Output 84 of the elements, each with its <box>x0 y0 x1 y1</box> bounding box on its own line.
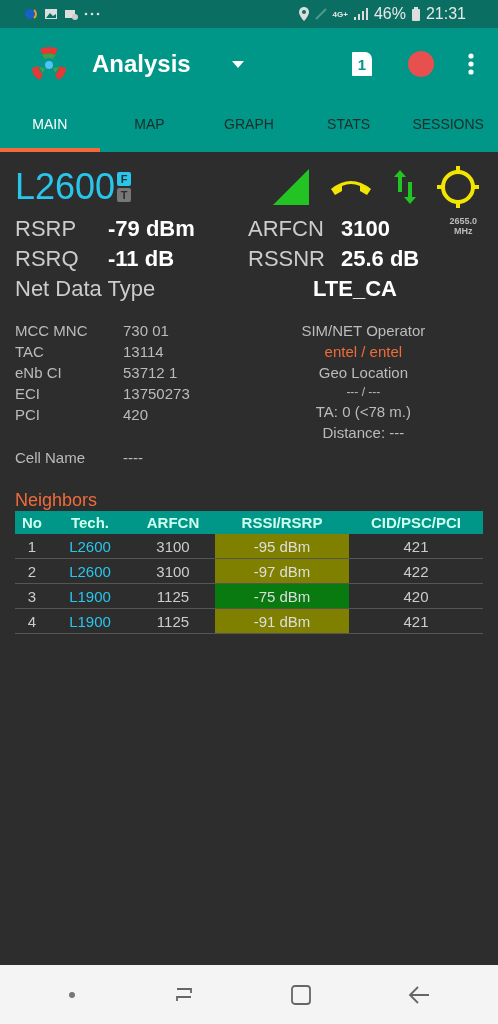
metric-label: RSRP <box>15 216 78 242</box>
signal-cell: -95 dBm <box>215 534 349 558</box>
column-header: No <box>21 514 43 531</box>
image-icon <box>44 7 58 21</box>
info-label: eNb CI <box>15 364 63 381</box>
dot-icon[interactable] <box>68 990 77 999</box>
tab[interactable]: GRAPH <box>199 100 299 152</box>
dropdown-caret-icon[interactable] <box>232 60 244 68</box>
cell-name-value: ---- <box>123 449 144 466</box>
operator-title: SIM/NET Operator <box>301 322 426 339</box>
tab[interactable]: MAP <box>99 100 200 152</box>
technology-label: L2600 <box>15 166 116 208</box>
table-cell-text: L1900 <box>68 586 112 607</box>
metric-value: -79 dBm <box>108 216 196 242</box>
info-value: 730 01 <box>123 322 170 339</box>
info-value: 420 <box>123 406 150 423</box>
tab[interactable]: SESSIONS <box>398 100 498 152</box>
data-transfer-icon <box>393 170 417 204</box>
metric-label: RSRQ <box>15 246 80 272</box>
info-value: 53712 1 <box>123 364 179 381</box>
table-cell-text: 1125 <box>155 586 191 607</box>
more-menu-icon[interactable] <box>468 53 474 75</box>
metric-label: RSSNR <box>248 246 326 272</box>
signal-icon <box>353 8 368 20</box>
geo-location-title: Geo Location <box>318 364 408 381</box>
battery-icon <box>411 7 420 21</box>
table-cell-text: 4 <box>26 611 38 632</box>
info-value: 13114 <box>123 343 165 360</box>
back-icon[interactable] <box>407 985 430 1004</box>
table-cell-text: 1125 <box>155 611 191 632</box>
geo-location-value: --- / --- <box>346 385 381 399</box>
cell-name-label: Cell Name <box>15 449 87 466</box>
location-icon <box>298 7 309 21</box>
table-cell-text: L1900 <box>68 611 112 632</box>
table-cell-text: 422 <box>402 561 430 582</box>
info-label: ECI <box>15 385 41 402</box>
signal-cell: -75 dBm <box>215 584 349 608</box>
clock: 21:31 <box>425 5 466 23</box>
browser-icon <box>24 7 38 21</box>
info-value: 13750273 <box>123 385 190 402</box>
table-cell-text: 3100 <box>155 536 191 557</box>
more-dots-icon <box>84 12 100 16</box>
metric-value: -11 dB <box>108 246 176 272</box>
crosshair-icon <box>437 166 479 208</box>
signal-strength-icon <box>273 169 309 205</box>
home-icon[interactable] <box>291 984 312 1005</box>
table-cell-text: L2600 <box>68 536 112 557</box>
info-label: TAC <box>15 343 45 360</box>
table-cell-text: 1 <box>26 536 38 557</box>
column-header: ARFCN <box>145 514 201 531</box>
tab[interactable]: MAIN <box>0 100 100 152</box>
frequency-value: 2655.0 <box>449 216 477 226</box>
neighbors-title: Neighbors <box>15 490 99 511</box>
distance: Distance: --- <box>322 424 405 441</box>
network-type: 4G+ <box>332 9 348 19</box>
metric-value: 25.6 dB <box>341 246 420 272</box>
signal-cell: -97 dBm <box>215 559 349 583</box>
pen-icon <box>314 8 327 20</box>
table-cell-text: 2 <box>26 561 38 582</box>
info-label: MCC MNC <box>15 322 89 339</box>
tab[interactable]: STATS <box>298 100 399 152</box>
timing-advance: TA: 0 (<78 m.) <box>315 403 411 420</box>
signal-cell: -91 dBm <box>215 609 349 633</box>
table-cell-text: 3100 <box>155 561 191 582</box>
frequency-unit: MHz <box>454 226 473 236</box>
operator-name: entel / entel <box>324 343 403 360</box>
table-cell-text: 421 <box>402 536 430 557</box>
net-data-type-value: LTE_CA <box>313 276 397 302</box>
column-header: Tech. <box>69 514 111 531</box>
sim-card-button[interactable]: 1 <box>352 52 372 76</box>
column-header: CID/PSC/PCI <box>370 514 462 531</box>
screen-title: Analysis <box>92 50 192 78</box>
net-data-type-label: Net Data Type <box>15 276 157 302</box>
band-badge: T <box>117 188 132 202</box>
band-badge: F <box>117 172 132 186</box>
column-header: RSSI/RSRP <box>240 514 324 531</box>
info-label: PCI <box>15 406 41 423</box>
metric-value: 3100 <box>341 216 391 242</box>
table-cell-text: 3 <box>26 586 38 607</box>
table-cell-text: L2600 <box>68 561 112 582</box>
metric-label: ARFCN <box>248 216 325 242</box>
table-cell-text: 421 <box>402 611 430 632</box>
battery-percent: 46% <box>373 5 406 23</box>
table-cell-text: 420 <box>402 586 430 607</box>
